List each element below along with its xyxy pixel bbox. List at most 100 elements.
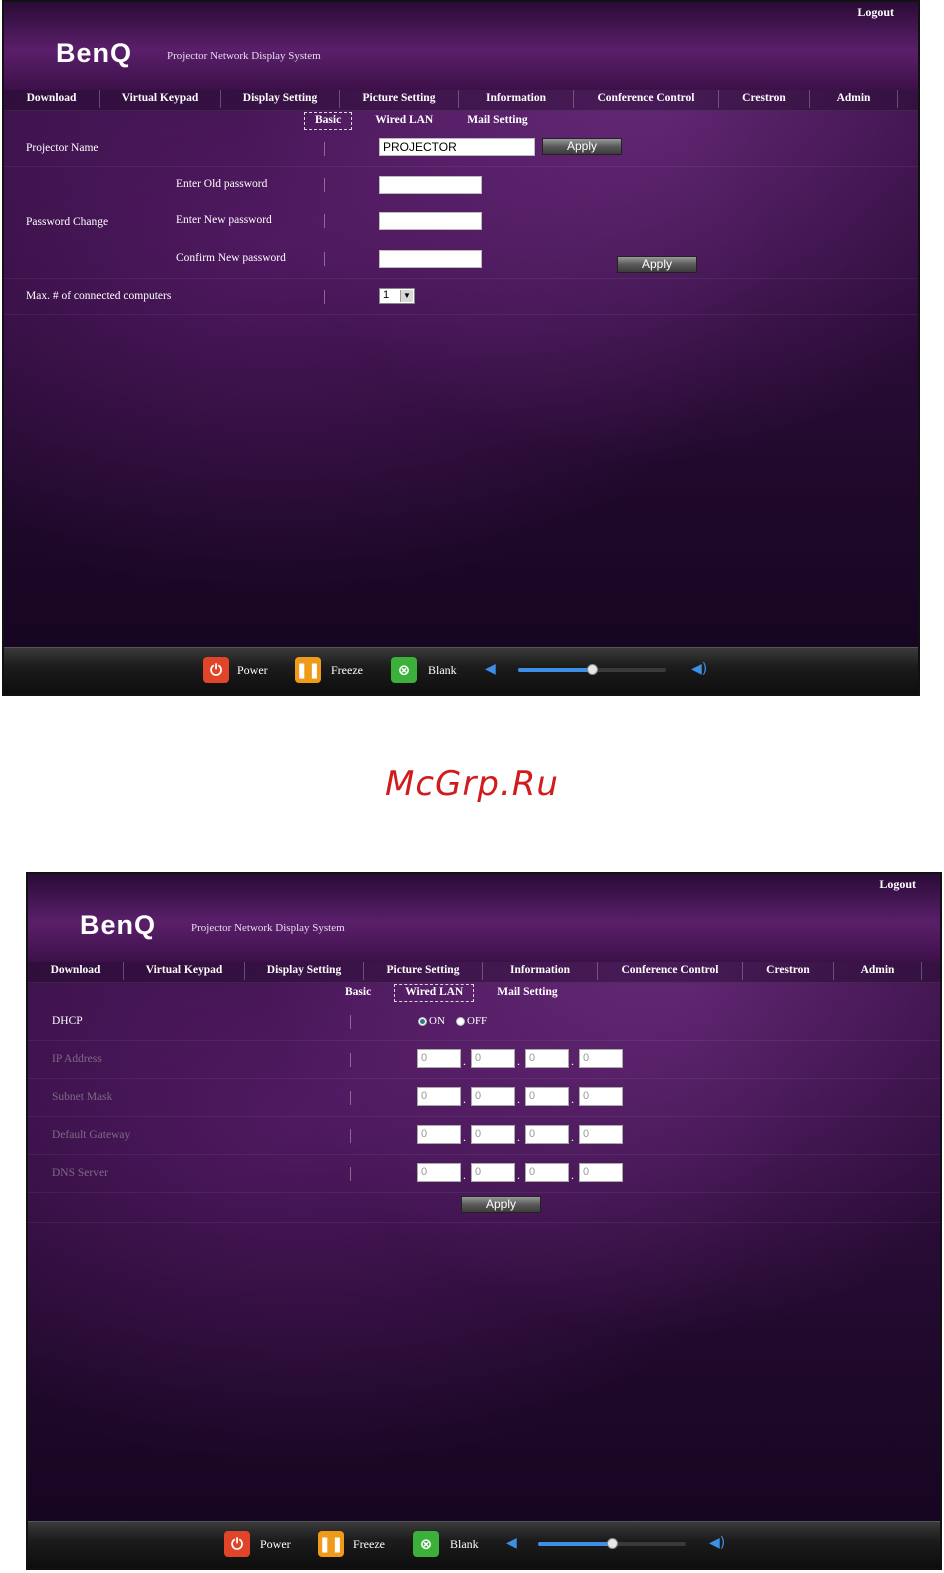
gateway-octet-3[interactable]: 0 bbox=[525, 1125, 569, 1144]
divider bbox=[350, 1167, 351, 1181]
apply-password-button[interactable]: Apply bbox=[617, 256, 697, 273]
blank-icon[interactable]: ⊗ bbox=[391, 657, 417, 683]
tagline: Projector Network Display System bbox=[167, 50, 321, 62]
dot: . bbox=[571, 1130, 574, 1144]
nav-download[interactable]: Download bbox=[4, 90, 100, 108]
nav-display-setting[interactable]: Display Setting bbox=[221, 90, 340, 108]
volume-knob[interactable] bbox=[587, 664, 598, 675]
apply-button[interactable]: Apply bbox=[461, 1196, 541, 1213]
blank-icon[interactable]: ⊗ bbox=[413, 1531, 439, 1557]
power-icon[interactable]: ⏻ bbox=[203, 657, 229, 683]
subnet-octet-3[interactable]: 0 bbox=[525, 1087, 569, 1106]
dot: . bbox=[463, 1054, 466, 1068]
nav-virtual-keypad[interactable]: Virtual Keypad bbox=[100, 90, 221, 108]
logout-link[interactable]: Logout bbox=[857, 5, 894, 20]
volume-down-icon[interactable]: ◀ bbox=[485, 661, 496, 677]
nav-conference-control[interactable]: Conference Control bbox=[598, 962, 743, 980]
blank-label[interactable]: Blank bbox=[428, 663, 457, 678]
nav-admin[interactable]: Admin bbox=[810, 90, 898, 108]
gateway-octet-4[interactable]: 0 bbox=[579, 1125, 623, 1144]
subtab-wired-lan[interactable]: Wired LAN bbox=[394, 984, 475, 1002]
tagline: Projector Network Display System bbox=[191, 922, 345, 934]
dot: . bbox=[517, 1130, 520, 1144]
subtab-mail-setting[interactable]: Mail Setting bbox=[486, 984, 568, 1002]
divider bbox=[350, 1091, 351, 1105]
power-label[interactable]: Power bbox=[260, 1537, 291, 1552]
projector-name-label: Projector Name bbox=[26, 142, 99, 154]
old-password-input[interactable] bbox=[379, 176, 482, 194]
power-label[interactable]: Power bbox=[237, 663, 268, 678]
nav-information[interactable]: Information bbox=[459, 90, 574, 108]
confirm-password-input[interactable] bbox=[379, 250, 482, 268]
nav-crestron[interactable]: Crestron bbox=[719, 90, 810, 108]
chevron-down-icon: ▼ bbox=[400, 290, 413, 302]
nav-picture-setting[interactable]: Picture Setting bbox=[340, 90, 459, 108]
benq-logo: BenQ bbox=[56, 38, 133, 68]
dhcp-off-radio[interactable] bbox=[456, 1017, 465, 1026]
subtab-wired-lan[interactable]: Wired LAN bbox=[364, 112, 444, 130]
ip-address-label: IP Address bbox=[52, 1053, 102, 1065]
dns-octet-3[interactable]: 0 bbox=[525, 1163, 569, 1182]
dns-server-label: DNS Server bbox=[52, 1167, 108, 1179]
freeze-icon[interactable]: ❚❚ bbox=[318, 1531, 344, 1557]
projector-name-input[interactable]: PROJECTOR bbox=[379, 138, 535, 156]
subnet-octet-2[interactable]: 0 bbox=[471, 1087, 515, 1106]
ip-octet-4[interactable]: 0 bbox=[579, 1049, 623, 1068]
screen-wired-lan: Logout BenQ Projector Network Display Sy… bbox=[26, 872, 942, 1570]
new-password-input[interactable] bbox=[379, 212, 482, 230]
ip-octet-3[interactable]: 0 bbox=[525, 1049, 569, 1068]
max-computers-select[interactable]: 1 ▼ bbox=[379, 288, 415, 304]
dot: . bbox=[571, 1092, 574, 1106]
nav-information[interactable]: Information bbox=[483, 962, 598, 980]
volume-down-icon[interactable]: ◀ bbox=[506, 1535, 517, 1551]
nav-virtual-keypad[interactable]: Virtual Keypad bbox=[124, 962, 245, 980]
ip-octet-2[interactable]: 0 bbox=[471, 1049, 515, 1068]
subtab-basic[interactable]: Basic bbox=[304, 112, 353, 130]
dhcp-off-label[interactable]: OFF bbox=[467, 1015, 487, 1027]
nav-picture-setting[interactable]: Picture Setting bbox=[364, 962, 483, 980]
volume-slider[interactable] bbox=[538, 1538, 686, 1549]
volume-up-icon[interactable]: ◀) bbox=[709, 1535, 725, 1551]
logout-link[interactable]: Logout bbox=[879, 877, 916, 892]
subtab-basic[interactable]: Basic bbox=[334, 984, 382, 1002]
dhcp-on-radio[interactable] bbox=[418, 1017, 427, 1026]
volume-up-icon[interactable]: ◀) bbox=[691, 661, 707, 677]
control-bar: ⏻ Power ❚❚ Freeze ⊗ Blank ◀ ◀) bbox=[4, 647, 918, 694]
ip-octet-1[interactable]: 0 bbox=[417, 1049, 461, 1068]
freeze-label[interactable]: Freeze bbox=[331, 663, 363, 678]
volume-knob[interactable] bbox=[607, 1538, 618, 1549]
volume-fill bbox=[538, 1542, 612, 1546]
dot: . bbox=[517, 1092, 520, 1106]
main-nav: Download Virtual Keypad Display Setting … bbox=[4, 90, 918, 111]
volume-slider[interactable] bbox=[518, 664, 666, 675]
max-computers-label: Max. # of connected computers bbox=[26, 290, 172, 302]
nav-crestron[interactable]: Crestron bbox=[743, 962, 834, 980]
freeze-icon[interactable]: ❚❚ bbox=[295, 657, 321, 683]
dns-octet-4[interactable]: 0 bbox=[579, 1163, 623, 1182]
header: Logout BenQ Projector Network Display Sy… bbox=[28, 874, 940, 962]
nav-admin[interactable]: Admin bbox=[834, 962, 922, 980]
nav-conference-control[interactable]: Conference Control bbox=[574, 90, 719, 108]
divider bbox=[324, 178, 325, 192]
nav-display-setting[interactable]: Display Setting bbox=[245, 962, 364, 980]
subtab-mail-setting[interactable]: Mail Setting bbox=[456, 112, 538, 130]
blank-label[interactable]: Blank bbox=[450, 1537, 479, 1552]
gateway-octet-2[interactable]: 0 bbox=[471, 1125, 515, 1144]
nav-download[interactable]: Download bbox=[28, 962, 124, 980]
dns-octet-1[interactable]: 0 bbox=[417, 1163, 461, 1182]
subnet-octet-4[interactable]: 0 bbox=[579, 1087, 623, 1106]
volume-fill bbox=[518, 668, 592, 672]
gateway-octet-1[interactable]: 0 bbox=[417, 1125, 461, 1144]
divider bbox=[350, 1015, 351, 1029]
dns-octet-2[interactable]: 0 bbox=[471, 1163, 515, 1182]
old-password-label: Enter Old password bbox=[176, 178, 268, 190]
freeze-label[interactable]: Freeze bbox=[353, 1537, 385, 1552]
divider bbox=[324, 214, 325, 228]
power-icon[interactable]: ⏻ bbox=[224, 1531, 250, 1557]
subnet-octet-1[interactable]: 0 bbox=[417, 1087, 461, 1106]
apply-name-button[interactable]: Apply bbox=[542, 138, 622, 155]
screen-basic: Logout BenQ Projector Network Display Sy… bbox=[2, 0, 920, 696]
apply-row: Apply bbox=[28, 1192, 940, 1223]
dhcp-on-label[interactable]: ON bbox=[429, 1015, 445, 1027]
dns-server-row: DNS Server 0 . 0 . 0 . 0 bbox=[28, 1154, 940, 1193]
